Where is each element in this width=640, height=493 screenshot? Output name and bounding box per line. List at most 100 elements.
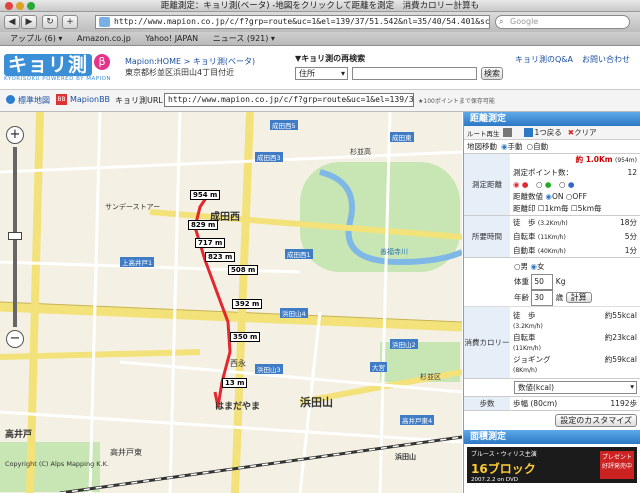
close-window-button[interactable] [5,2,13,10]
distance-value: 約 1.0Km [575,155,613,164]
time-row: 所要時間 徒 歩 (3.2Km/h) 18分 自転車 (11Km/h) 5分 自動車… [464,216,640,258]
steps-stride: 歩幅 (80cm) [513,399,558,408]
map-poi-label: サンデーストアー [105,203,161,211]
bookmarks-bar: アップル (6) ▾ Amazon.co.jp Yahoo! JAPAN ニュー… [0,32,640,46]
search-input[interactable]: ⌕ Google [495,15,630,29]
female-option[interactable]: 女 [537,262,545,271]
address-search-input[interactable] [352,67,477,80]
distance-marker: 350 m [230,332,261,342]
area-measure-title[interactable]: 面積測定 [464,430,640,444]
age-unit: 歳 [555,293,564,302]
undo-icon[interactable] [523,128,533,137]
bike-time: 5分 [624,231,637,241]
distance-marker: 823 m [205,252,236,262]
distance-marker: 829 m [188,220,219,230]
map-sign: 高井戸東4 [400,415,435,425]
car-label: 自動車 [513,245,536,255]
map-sign: 浜田山3 [255,364,283,374]
weight-label: 体重 [514,277,529,286]
map-sign: 浜田山4 [280,308,308,318]
play-icon[interactable] [502,128,512,137]
male-option[interactable]: 男 [521,262,529,271]
search-type-value: 住所 [299,69,315,78]
calorie-inputs: ○男 ◉女 体重 50 Kg 年齢 30 歳 計算 [464,258,640,307]
map-move-row: 地図移動 ◉ 手動 ○ 自動 [464,140,640,154]
off-option[interactable]: OFF [572,192,587,201]
site-logo[interactable]: キョリ測 β KYORISOKU POWERED BY MAPION [4,54,119,82]
zoom-in-button[interactable]: + [6,126,24,144]
map-sign: 成田東 [390,132,414,142]
bookmark-item[interactable]: ニュース (921) ▾ [213,34,275,43]
reload-button[interactable]: ↻ [42,15,58,29]
breadcrumb[interactable]: Mapion:HOME > キョリ測(ベータ) [125,56,255,67]
age-input[interactable]: 30 [531,290,554,306]
address-bar[interactable]: http://www.mapion.co.jp/c/f?grp=route&uc… [95,15,490,29]
map-toolbar: 標準地図 BB MapionBB キョリ測URL： http://www.map… [0,90,640,112]
calculate-button[interactable]: 計算 [565,292,592,303]
add-bookmark-button[interactable]: + [62,15,78,29]
panel-title: 距離測定 [464,112,640,126]
bookmark-item[interactable]: Amazon.co.jp [77,34,131,43]
customize-row: 設定のカスタマイズ [464,411,640,430]
route-play-label: ルート再生 [467,129,500,138]
ad-banner[interactable]: ブルース・ウィリス主演 16ブロック 2007.2.2 on DVD プレゼント… [467,447,637,483]
distance-label: 測定距離 [464,154,510,215]
bookmark-item[interactable]: アップル (6) ▾ [10,34,62,43]
globe-icon [99,17,110,27]
qa-link[interactable]: キョリ測のQ&A [515,54,573,65]
map-sign: 成田西5 [270,120,298,130]
url-label: キョリ測URL： [115,96,171,105]
distance-marker: 392 m [232,299,263,309]
minimize-window-button[interactable] [16,2,24,10]
cal-bike-speed: (11Km/h) [513,344,541,352]
map-sign: 浜田山2 [390,339,418,349]
contact-link[interactable]: お問い合わせ [582,54,630,65]
km5-checkbox[interactable]: 5km毎 [578,204,602,213]
calorie-label: 消費カロリー [464,307,510,378]
bookmark-item[interactable]: Yahoo! JAPAN [145,34,198,43]
distance-meters: (954m) [615,157,637,164]
cal-jog-value: 約59kcal [604,354,637,364]
globe-icon [6,95,15,104]
walk-speed: (3.2Km/h) [537,219,568,227]
river-label: 善福寺川 [380,248,408,256]
on-option[interactable]: ON [552,192,564,201]
zoom-out-button[interactable]: − [6,330,24,348]
car-speed: (40Km/h) [537,247,566,255]
current-address: 東京都杉並区浜田山4丁目付近 [125,68,235,77]
km1-checkbox[interactable]: 1km毎 [545,204,569,213]
search-button[interactable]: 検索 [481,67,503,80]
route-controls: ルート再生 1つ戻る ✖ クリア [464,126,640,140]
map-canvas[interactable]: + − 成田西5 成田西3 成田西1 成田東 浜田山4 浜田山3 浜田山2 大宮… [0,112,462,493]
walk-label: 徒 歩 [513,217,536,227]
cal-walk-speed: (3.2Km/h) [513,322,543,330]
map-sign: 成田西1 [285,249,313,259]
search-type-select[interactable]: 住所 ▾ [295,67,348,80]
distance-marker: 508 m [228,265,259,275]
jog-speed: (8Km/h) [513,366,538,374]
clear-button[interactable]: クリア [574,127,597,138]
zoom-window-button[interactable] [27,2,35,10]
address-bar-url: http://www.mapion.co.jp/c/f?grp=route&uc… [114,17,490,26]
manual-option: 手動 [507,142,523,151]
map-poi-label: 浜田山 [395,453,416,461]
weight-input[interactable]: 50 [531,274,554,290]
mapion-bb-link[interactable]: MapionBB [70,95,110,104]
points-label: 測定ポイント数： [513,168,573,177]
color-options[interactable]: ◉ ● ○ ● ○ ● [513,179,637,191]
back-button[interactable]: ◀ [4,15,20,29]
forward-button[interactable]: ▶ [21,15,37,29]
customize-button[interactable]: 設定のカスタマイズ [555,414,637,427]
site-header: キョリ測 β KYORISOKU POWERED BY MAPION Mapion… [0,47,640,90]
distance-marker: 13 m [222,378,248,388]
share-url-field[interactable]: http://www.mapion.co.jp/c/f?grp=route&uc… [164,93,414,107]
map-roads-layer [0,112,462,493]
step-back-button[interactable]: 1つ戻る [535,127,562,138]
logo-subtitle: KYORISOKU POWERED BY MAPION [4,76,112,82]
zoom-slider-handle[interactable] [8,232,22,240]
unit-select[interactable]: 数値(kcal) ▾ [514,381,637,394]
map-area-label: 高井戸東 [110,448,142,457]
map-area-label: 西永 [230,359,246,368]
map-area-label: 高井戸 [5,430,33,440]
standard-map-link[interactable]: 標準地図 [18,95,50,106]
